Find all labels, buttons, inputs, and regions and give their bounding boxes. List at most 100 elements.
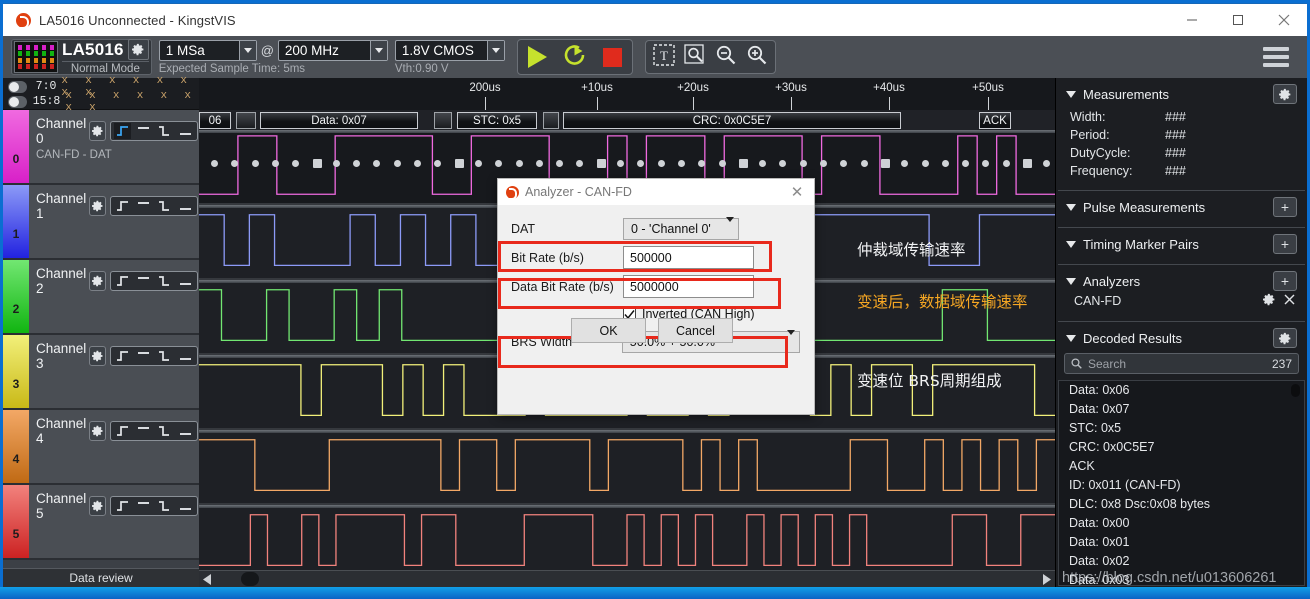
maximize-button[interactable] bbox=[1215, 4, 1261, 37]
decoded-results-list[interactable]: Data: 0x06 Data: 0x07 STC: 0x5 CRC: 0x0C5E7… bbox=[1058, 380, 1305, 586]
voltage-level-dropdown[interactable]: 1.8V CMOS bbox=[394, 39, 505, 61]
text-tool-icon[interactable]: T bbox=[653, 43, 675, 71]
decoded-result-item[interactable]: CRC: 0x0C5E7 bbox=[1059, 438, 1304, 457]
falling-edge-icon[interactable] bbox=[156, 198, 173, 214]
decode-segment[interactable]: ACK bbox=[979, 112, 1011, 129]
analyzer-settings-gear-icon[interactable] bbox=[1263, 293, 1276, 309]
high-level-icon[interactable] bbox=[135, 273, 152, 289]
low-level-icon[interactable] bbox=[177, 348, 194, 364]
low-level-icon[interactable] bbox=[177, 123, 194, 139]
channel-row-3[interactable]: 3 Channel 3 bbox=[3, 335, 199, 410]
sample-rate-dropdown[interactable]: 200 MHz bbox=[277, 39, 388, 61]
scroll-left-icon[interactable] bbox=[199, 571, 215, 588]
ok-button[interactable]: OK bbox=[571, 318, 646, 343]
decoded-result-item[interactable]: Data: 0x02 bbox=[1059, 552, 1304, 571]
decode-segment[interactable]: STC: 0x5 bbox=[457, 112, 537, 129]
waveform-band-4[interactable] bbox=[199, 430, 1055, 505]
chevron-down-icon[interactable] bbox=[717, 216, 734, 236]
waveform-band-5[interactable] bbox=[199, 505, 1055, 580]
channel-row-5[interactable]: 5 Channel 5 bbox=[3, 485, 199, 560]
analyzer-item-canfd[interactable]: CAN-FD bbox=[1066, 291, 1297, 311]
collapse-triangle-icon[interactable] bbox=[1066, 277, 1076, 285]
decode-gap[interactable] bbox=[236, 112, 256, 129]
channel-settings-gear-icon[interactable] bbox=[88, 421, 107, 441]
low-level-icon[interactable] bbox=[177, 198, 194, 214]
data-review-bar[interactable]: Data review bbox=[3, 568, 199, 587]
falling-edge-icon[interactable] bbox=[156, 273, 173, 289]
measurements-header[interactable]: Measurements bbox=[1066, 84, 1297, 104]
decoded-result-item[interactable]: Data: 0x06 bbox=[1059, 381, 1304, 400]
start-capture-icon[interactable] bbox=[527, 46, 547, 68]
falling-edge-icon[interactable] bbox=[156, 348, 173, 364]
decode-segment[interactable]: 06 bbox=[199, 112, 231, 129]
collapse-triangle-icon[interactable] bbox=[1066, 90, 1076, 98]
results-scrollbar-thumb[interactable] bbox=[1291, 384, 1300, 397]
scrollbar-thumb[interactable] bbox=[241, 572, 259, 586]
channel-group-toggle[interactable] bbox=[8, 80, 28, 93]
high-level-icon[interactable] bbox=[135, 123, 152, 139]
channel-row-0[interactable]: 0 Channel 0 CAN-FD - DAT bbox=[3, 110, 199, 185]
zoom-selection-icon[interactable] bbox=[684, 43, 706, 71]
decoded-result-item[interactable]: Data: 0x01 bbox=[1059, 533, 1304, 552]
repeat-capture-icon[interactable] bbox=[561, 43, 589, 72]
analyzers-header[interactable]: Analyzers + bbox=[1066, 271, 1297, 291]
low-level-icon[interactable] bbox=[177, 498, 194, 514]
channel-row-4[interactable]: 4 Channel 4 bbox=[3, 410, 199, 485]
trigger-edge-selector[interactable] bbox=[110, 346, 199, 366]
decoded-result-item[interactable]: ID: 0x011 (CAN-FD) bbox=[1059, 476, 1304, 495]
high-level-icon[interactable] bbox=[135, 423, 152, 439]
zoom-out-icon[interactable] bbox=[715, 44, 737, 71]
collapse-triangle-icon[interactable] bbox=[1066, 240, 1076, 248]
scroll-right-icon[interactable] bbox=[1039, 571, 1055, 588]
falling-edge-icon[interactable] bbox=[156, 423, 173, 439]
high-level-icon[interactable] bbox=[135, 348, 152, 364]
pulse-measurements-header[interactable]: Pulse Measurements + bbox=[1066, 197, 1297, 217]
menu-button[interactable] bbox=[1263, 47, 1289, 67]
chevron-down-icon[interactable] bbox=[369, 40, 387, 60]
low-level-icon[interactable] bbox=[177, 273, 194, 289]
high-level-icon[interactable] bbox=[135, 198, 152, 214]
decode-segment[interactable]: CRC: 0x0C5E7 bbox=[563, 112, 901, 129]
channel-settings-gear-icon[interactable] bbox=[88, 121, 107, 141]
remove-analyzer-icon[interactable] bbox=[1284, 294, 1295, 308]
measurements-settings-gear-icon[interactable] bbox=[1273, 84, 1297, 104]
add-pulse-measurement-button[interactable]: + bbox=[1273, 197, 1297, 217]
rising-edge-icon[interactable] bbox=[114, 423, 131, 439]
decode-segment[interactable]: Data: 0x07 bbox=[260, 112, 418, 129]
channel-settings-gear-icon[interactable] bbox=[88, 496, 107, 516]
rising-edge-icon[interactable] bbox=[114, 498, 131, 514]
channel-settings-gear-icon[interactable] bbox=[88, 196, 107, 216]
dat-dropdown[interactable]: 0 - 'Channel 0' bbox=[623, 216, 739, 240]
chevron-down-icon[interactable] bbox=[486, 40, 504, 60]
falling-edge-icon[interactable] bbox=[156, 123, 173, 139]
rising-edge-icon[interactable] bbox=[114, 348, 131, 364]
collapse-triangle-icon[interactable] bbox=[1066, 334, 1076, 342]
high-level-icon[interactable] bbox=[135, 498, 152, 514]
rising-edge-icon[interactable] bbox=[114, 123, 132, 139]
minimize-button[interactable] bbox=[1169, 4, 1215, 37]
rising-edge-icon[interactable] bbox=[114, 198, 131, 214]
dialog-close-button[interactable]: ✕ bbox=[784, 183, 810, 201]
add-analyzer-button[interactable]: + bbox=[1273, 271, 1297, 291]
trigger-edge-selector[interactable] bbox=[110, 271, 199, 291]
search-input[interactable]: Search 237 bbox=[1064, 353, 1299, 374]
sample-depth-dropdown[interactable]: 1 MSa bbox=[158, 39, 257, 61]
trigger-edge-selector[interactable] bbox=[110, 121, 199, 141]
channel-group-toggle[interactable] bbox=[8, 95, 27, 108]
chevron-down-icon[interactable] bbox=[238, 40, 256, 60]
trigger-edge-selector[interactable] bbox=[110, 496, 199, 516]
channel-row-1[interactable]: 1 Channel 1 bbox=[3, 185, 199, 260]
timing-marker-pairs-header[interactable]: Timing Marker Pairs + bbox=[1066, 234, 1297, 254]
rising-edge-icon[interactable] bbox=[114, 273, 131, 289]
falling-edge-icon[interactable] bbox=[156, 498, 173, 514]
decoded-result-item[interactable]: ACK bbox=[1059, 457, 1304, 476]
decoded-results-header[interactable]: Decoded Results bbox=[1066, 328, 1297, 348]
device-settings-gear-icon[interactable] bbox=[127, 39, 149, 60]
collapse-triangle-icon[interactable] bbox=[1066, 203, 1076, 211]
decoded-result-item[interactable]: DLC: 0x8 Dsc:0x08 bytes bbox=[1059, 495, 1304, 514]
stop-capture-icon[interactable] bbox=[602, 47, 622, 67]
low-level-icon[interactable] bbox=[177, 423, 194, 439]
decoded-result-item[interactable]: Data: 0x07 bbox=[1059, 400, 1304, 419]
decoded-results-settings-gear-icon[interactable] bbox=[1273, 328, 1297, 348]
trigger-edge-selector[interactable] bbox=[110, 421, 199, 441]
